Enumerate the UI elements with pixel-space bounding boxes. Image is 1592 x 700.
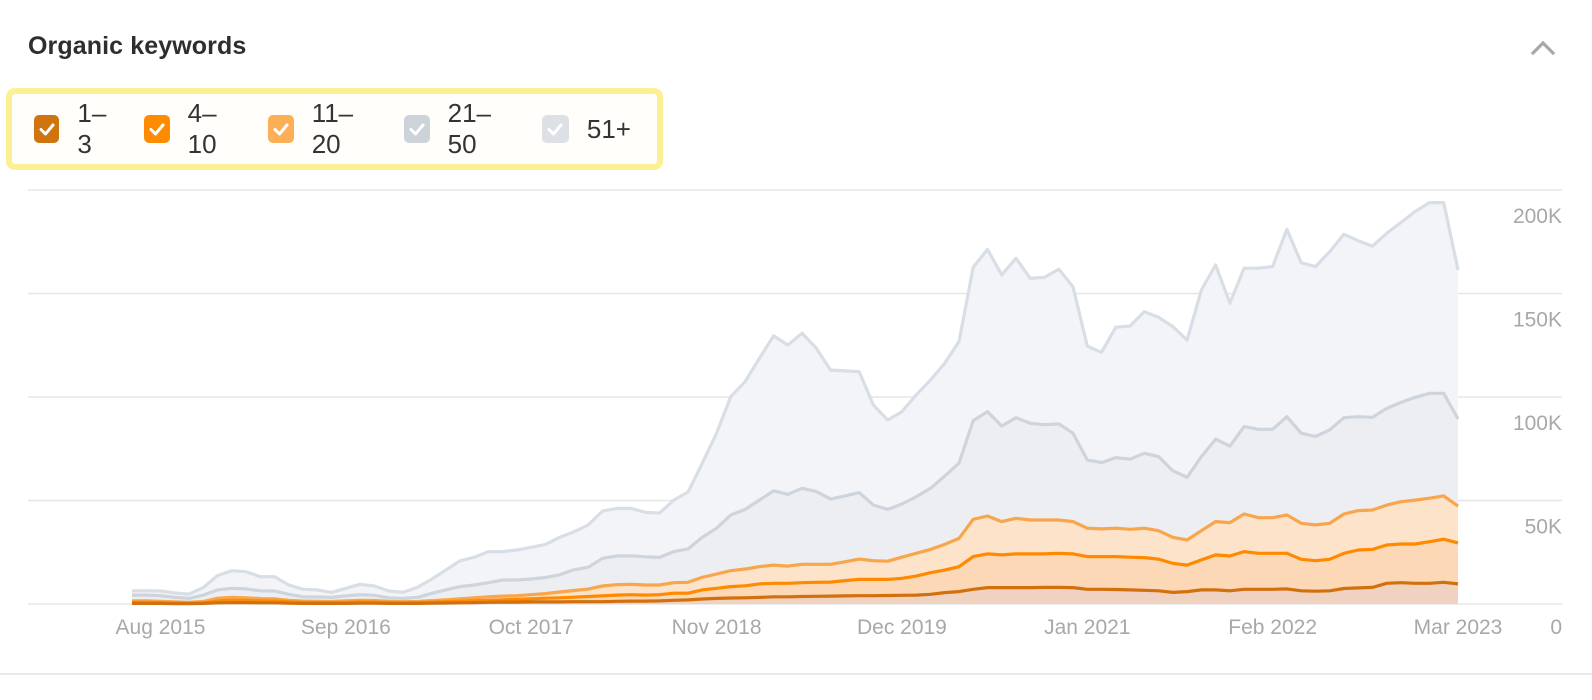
x-tick-label: Oct 2017 — [489, 616, 574, 639]
y-tick-label: 100K — [1513, 412, 1562, 435]
x-tick-label: Mar 2023 — [1414, 616, 1503, 639]
y-tick-label: 200K — [1513, 205, 1562, 228]
bottom-divider — [0, 673, 1592, 675]
y-tick-label: 0 — [1550, 616, 1562, 639]
x-tick-label: Feb 2022 — [1228, 616, 1317, 639]
y-tick-label: 150K — [1513, 309, 1562, 332]
y-tick-label: 50K — [1525, 516, 1562, 539]
x-tick-label: Aug 2015 — [116, 616, 206, 639]
x-tick-label: Sep 2016 — [301, 616, 391, 639]
organic-keywords-chart: 0 50K 100K 150K 200K Aug 2015 Sep 2016 Oct 2017… — [28, 189, 1562, 639]
x-tick-label: Dec 2019 — [857, 616, 947, 639]
x-tick-label: Jan 2021 — [1044, 616, 1130, 639]
x-tick-label: Nov 2018 — [672, 616, 762, 639]
